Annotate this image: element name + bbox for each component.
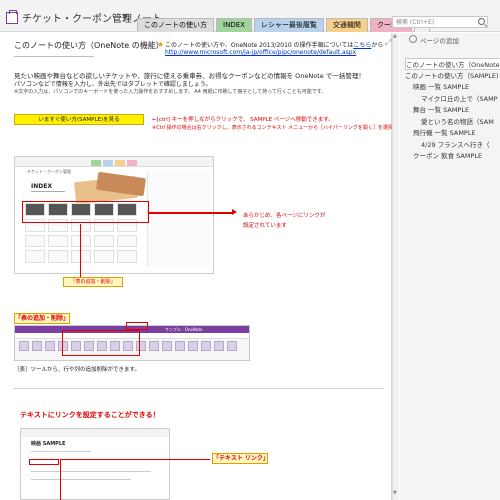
screenshot-tabs: [91, 160, 137, 166]
ribbon-icon: [149, 341, 159, 351]
ribbon-icon: [227, 341, 237, 351]
table-cell: [48, 234, 68, 248]
search-icon[interactable]: [478, 18, 485, 25]
sample-link-button[interactable]: いますぐ使い方(SAMPLE)を見る: [14, 114, 144, 125]
screenshot-notebook-title: チケット・クーポン管理: [27, 169, 71, 174]
page-list-item[interactable]: 舞台 一覧 SAMPLE: [413, 104, 469, 114]
table-cell: [71, 234, 91, 248]
table-cell: [25, 234, 45, 248]
link-screenshot: 映画 SAMPLE: [20, 428, 170, 500]
page-list-item[interactable]: マイクロ丘の上で（SAMP: [421, 93, 498, 103]
page-list-item[interactable]: 愛という名の物語（SAM: [421, 116, 494, 126]
title-divider: [14, 56, 94, 57]
section-tab[interactable]: レシャー最後履覧: [253, 18, 324, 32]
page-title[interactable]: このノートの使い方（OneNote の機能）: [14, 40, 164, 51]
annotation-text: あらかじめ、各ページにリンクが: [243, 213, 326, 219]
search-input[interactable]: 検索 (Ctrl+E): [392, 16, 488, 28]
star-icon: ★: [157, 40, 165, 49]
screenshot-page-title: 映画 SAMPLE: [31, 441, 66, 447]
note-text-tail: から: [371, 42, 384, 49]
highlight-box: [62, 330, 140, 356]
screenshot-tab: [127, 160, 137, 166]
ribbon-icon: [188, 341, 198, 351]
search-placeholder: 検索 (Ctrl+E): [396, 19, 435, 26]
highlight-box: [126, 322, 148, 330]
scroll-down-icon[interactable]: ▼: [393, 490, 397, 496]
page-list-item[interactable]: このノートの使い方（OneNote: [405, 58, 500, 70]
section-tab[interactable]: INDEX: [216, 18, 252, 32]
annotation-arrow: [149, 209, 237, 215]
table-cell: [117, 250, 137, 263]
annotation-line: [60, 459, 61, 500]
ribbon-icon: [45, 341, 55, 351]
link-heading: テキストにリンクを設定することができる！: [20, 411, 160, 419]
page-list-item[interactable]: 飛行機 一覧 SAMPLE: [413, 127, 476, 137]
intro-text-2: パソコンなどで情報を入力し、外出先ではタブレットで確認しましょう。: [14, 81, 212, 88]
page-list-item[interactable]: このノートの使い方（SAMPLE): [405, 70, 499, 80]
microsoft-link[interactable]: http://www.microsoft.com/ja-jp/office/pi…: [165, 49, 356, 56]
ribbon-icon: [19, 341, 29, 351]
chevron-down-icon[interactable]: ▼: [122, 12, 128, 21]
screenshot-page-list: [147, 171, 211, 267]
screenshot-tab: [115, 160, 125, 166]
add-page-icon[interactable]: [409, 35, 417, 43]
note-link[interactable]: こちら: [353, 42, 371, 49]
table-tool-caption: ［表］ツールから、行や列の追加削除ができます。: [14, 367, 140, 373]
page-list-item[interactable]: 映画 一覧 SAMPLE: [413, 81, 469, 91]
table-cell: [48, 250, 68, 263]
table-cell: [71, 250, 91, 263]
screenshot-text-line: [31, 479, 131, 480]
title-bar: チケット・クーポン管理ノート ▼ このノートの使い方 INDEX レシャー最後履覧交…: [0, 0, 500, 32]
section-tabs: このノートの使い方INDEXレシャー最後履覧交通機関クーポン+: [137, 18, 432, 32]
screenshot-tab: [91, 160, 101, 166]
screenshot-text-line: [31, 471, 151, 472]
highlight-box: [29, 459, 59, 465]
table-cell: [94, 234, 114, 248]
right-click-tip: ※Ctrl 操作の場合は右クリックし、表示されるコンテキスト メニューから［ハイ…: [152, 125, 393, 131]
section-tab[interactable]: このノートの使い方: [137, 18, 214, 32]
table-cell: [94, 250, 114, 263]
scroll-up-icon[interactable]: ▲: [393, 33, 397, 39]
section-tab[interactable]: 交通機関: [325, 18, 368, 32]
table-edit-callout: 「表の追加・削除」: [63, 277, 123, 287]
annotation-line: [80, 224, 81, 278]
table-cell: [25, 250, 45, 263]
page-list-item[interactable]: クーポン 飲食 SAMPLE: [413, 150, 482, 160]
ribbon-icon: [214, 341, 224, 351]
vertical-scrollbar[interactable]: [392, 33, 399, 500]
expand-icon[interactable]: ⤢: [385, 38, 391, 48]
note-text: このノートの使い方や、OneNote 2013/2010 の操作手順については: [165, 42, 354, 49]
section-divider: [14, 388, 384, 389]
screenshot-text-line: [31, 451, 91, 452]
text-link-callout: 「テキスト リンク」: [212, 453, 269, 464]
intro-note: ※文字の入力は、パソコンでのキーボードを使った入力操作をおすすめします。 A4 …: [14, 89, 327, 95]
annotation-text-2: 設定されています: [243, 223, 287, 229]
ribbon-icon: [201, 341, 211, 351]
screenshot-title-bar: [15, 157, 213, 167]
highlight-box: [22, 201, 149, 223]
table-cell: [117, 234, 137, 248]
ribbon-icon: [162, 341, 172, 351]
screenshot-title-bar: [21, 429, 169, 437]
ribbon-icon: [32, 341, 42, 351]
annotation-line: [60, 459, 210, 460]
screenshot-index-title: INDEX: [31, 183, 52, 190]
ribbon-icon: [175, 341, 185, 351]
ctrl-click-tip: ←[ctrl] キーを押しながらクリックで、 SAMPLE ページへ移動できます…: [152, 117, 334, 123]
table-edit-heading: 「表の追加・削除」: [14, 313, 70, 324]
add-page-button[interactable]: ページの追加: [420, 35, 459, 45]
note-line: このノートの使い方や、OneNote 2013/2010 の操作手順についてはこ…: [165, 40, 383, 49]
notebook-icon[interactable]: [6, 10, 18, 24]
page-list-item[interactable]: 4/29 フランスへ行き（: [421, 139, 490, 149]
screenshot-tab: [103, 160, 113, 166]
screenshot-rule: [31, 191, 65, 192]
onenote-window: チケット・クーポン管理ノート ▼ このノートの使い方 INDEX レシャー最後履覧交…: [0, 0, 500, 500]
